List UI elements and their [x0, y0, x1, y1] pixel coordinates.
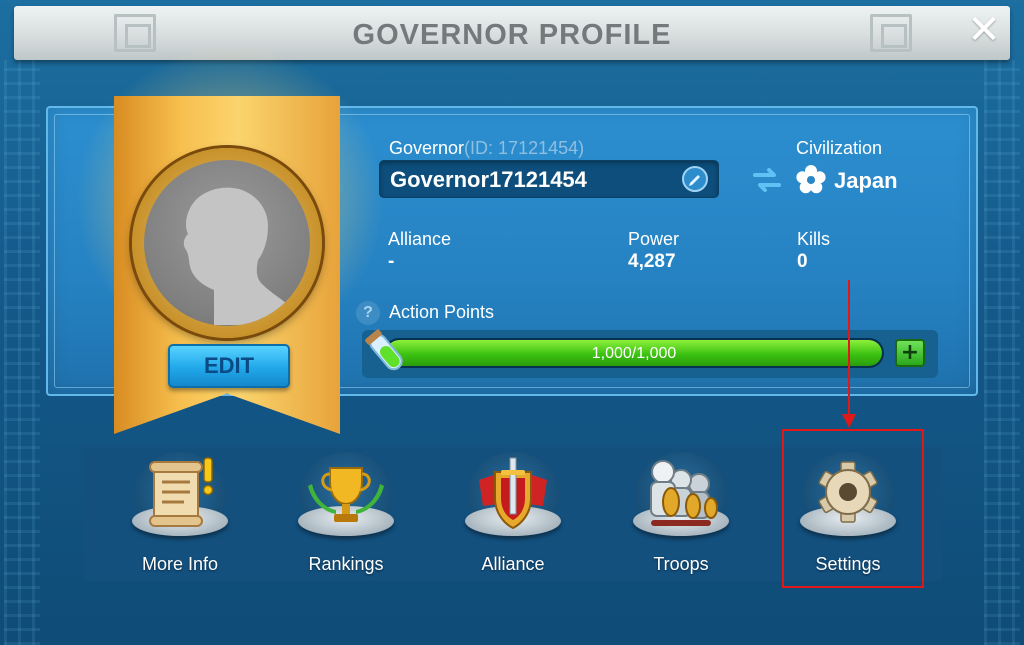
rename-button[interactable] [682, 166, 708, 192]
edit-portrait-button[interactable]: EDIT [168, 344, 290, 388]
pencil-icon [689, 175, 700, 186]
action-points-text: 1,000/1,000 [591, 345, 677, 362]
menu-more-info-button[interactable]: More Info [110, 452, 250, 580]
menu-rankings-button[interactable]: Rankings [276, 452, 416, 580]
avatar-silhouette-icon [183, 187, 300, 325]
potion-icon [365, 329, 403, 371]
menu-troops-button[interactable]: Troops [611, 452, 751, 580]
trophy-icon [308, 467, 384, 522]
alliance-stat-label: Alliance [388, 229, 452, 249]
close-icon[interactable]: ✕ [964, 10, 1004, 50]
change-civilization-button[interactable] [752, 166, 782, 194]
civilization-label: Civilization [796, 138, 883, 158]
kills-value: 0 [797, 251, 808, 272]
troops-icon [650, 460, 718, 526]
governor-id: (ID: 17121454) [464, 138, 585, 158]
annotation-highlight-box [782, 429, 924, 588]
governor-name: Governor17121454 [390, 167, 587, 192]
power-value: 4,287 [628, 251, 676, 272]
swap-arrows-icon [753, 168, 781, 192]
power-label: Power [628, 229, 680, 249]
help-icon[interactable]: ? [356, 301, 380, 325]
action-points-label: Action Points [389, 302, 495, 322]
menu-label: Rankings [308, 554, 384, 574]
scroll-icon [149, 457, 214, 527]
avatar[interactable] [144, 160, 310, 326]
add-action-points-button[interactable]: + [895, 339, 925, 367]
menu-label: More Info [141, 554, 219, 574]
alliance-stat-value: - [388, 251, 395, 272]
governor-profile-window: GOVERNOR PROFILE ✕ EDIT Governor(ID: 171… [0, 0, 1024, 645]
menu-alliance-button[interactable]: Alliance [443, 452, 583, 580]
portrait-frame [132, 148, 322, 338]
governor-name-field: Governor17121454 [379, 160, 719, 198]
governor-label-text: Governor [389, 138, 465, 158]
cherry-blossom-icon [796, 165, 826, 194]
border-ornament-left [4, 60, 40, 645]
governor-label: Governor(ID: 17121454) [389, 138, 584, 159]
kills-label: Kills [797, 229, 831, 249]
border-ornament-right [984, 60, 1020, 645]
menu-label: Troops [653, 554, 709, 574]
annotation-arrow [842, 280, 856, 428]
menu-label: Alliance [481, 554, 545, 574]
action-points-bar: 1,000/1,000 [384, 338, 884, 368]
civilization-value: Japan [834, 168, 898, 193]
sword-shield-icon [479, 457, 547, 530]
